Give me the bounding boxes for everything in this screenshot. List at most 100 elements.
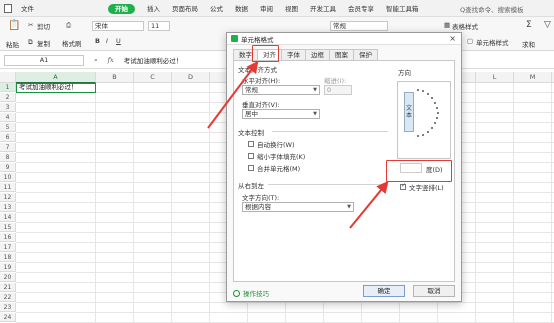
tips-link[interactable]: 操作技巧: [233, 288, 269, 298]
hamburger-icon[interactable]: [4, 3, 12, 13]
row-header[interactable]: 19: [0, 263, 16, 272]
zoom-icon[interactable]: ⌕: [94, 56, 98, 65]
shrink-to-fit-checkbox[interactable]: 缩小字体填充(K): [248, 151, 305, 161]
angle-dial[interactable]: [398, 82, 452, 160]
cell-a1[interactable]: 考试加油顺利必过！: [16, 83, 96, 93]
cell-style-button[interactable]: 单元格样式: [476, 37, 509, 47]
font-size-select[interactable]: 11: [148, 21, 170, 31]
close-icon[interactable]: ×: [449, 34, 456, 43]
row-header[interactable]: 24: [0, 313, 16, 322]
column-header[interactable]: L: [476, 72, 514, 83]
menu-formulas[interactable]: 公式: [204, 3, 229, 13]
row-header[interactable]: 21: [0, 283, 16, 292]
menu-page-layout[interactable]: 页面布局: [166, 3, 204, 13]
row-header[interactable]: 9: [0, 163, 16, 172]
checkbox-box: [248, 153, 254, 159]
menu-smart-toolbox[interactable]: 智能工具箱: [380, 3, 425, 13]
vertical-text-checkbox[interactable]: 文字竖排(L): [400, 182, 444, 192]
merge-cells-checkbox[interactable]: 合并单元格(M): [248, 163, 300, 173]
menu-home[interactable]: 开始: [102, 3, 141, 14]
ok-button[interactable]: 确定: [363, 285, 405, 297]
filter-icon[interactable]: ▽: [544, 20, 551, 30]
menu-developer[interactable]: 开发工具: [304, 3, 342, 13]
font-name-select[interactable]: 宋体: [92, 21, 144, 31]
row-header[interactable]: 5: [0, 123, 16, 132]
italic-icon[interactable]: I: [106, 37, 108, 45]
row-header[interactable]: 16: [0, 233, 16, 242]
row-header[interactable]: 12: [0, 193, 16, 202]
lightbulb-icon: [233, 289, 240, 297]
row-header[interactable]: 18: [0, 253, 16, 262]
table-style-button[interactable]: 表格样式: [452, 21, 478, 31]
format-painter-button[interactable]: 格式刷: [62, 38, 82, 48]
text-direction-label: 文字方向(T):: [242, 194, 280, 202]
row-header[interactable]: 8: [0, 153, 16, 162]
copy-icon[interactable]: ⧉: [28, 38, 33, 47]
name-box[interactable]: A1: [4, 54, 84, 66]
vertical-label: 垂直对齐(V):: [242, 101, 280, 109]
horizontal-select[interactable]: 常规 ▼: [242, 85, 320, 95]
scissors-icon[interactable]: ✂: [28, 21, 33, 29]
menu-file[interactable]: 文件: [15, 3, 40, 13]
vertical-select[interactable]: 居中 ▼: [242, 109, 320, 119]
paste-icon[interactable]: 📋: [8, 20, 20, 31]
paste-button[interactable]: 粘贴: [6, 39, 19, 49]
annotation-box-vertical-text: [386, 160, 452, 182]
gridline: [513, 83, 514, 323]
select-all-corner[interactable]: [0, 72, 16, 83]
cell-style-icon[interactable]: ▢: [467, 37, 473, 45]
menu-review[interactable]: 审阅: [254, 3, 279, 13]
bold-icon[interactable]: B: [95, 37, 100, 45]
row-header[interactable]: 17: [0, 243, 16, 252]
gridline: [475, 83, 476, 323]
tab-pattern[interactable]: 图案: [329, 49, 354, 60]
row-header[interactable]: 15: [0, 223, 16, 232]
row-header[interactable]: 10: [0, 173, 16, 182]
tab-border[interactable]: 边框: [305, 49, 330, 60]
orientation-box[interactable]: 文 本: [397, 81, 451, 159]
menu-data[interactable]: 数据: [229, 3, 254, 13]
row-header[interactable]: 22: [0, 293, 16, 302]
column-header[interactable]: B: [96, 72, 134, 83]
row-header[interactable]: 7: [0, 143, 16, 152]
row-header[interactable]: 23: [0, 303, 16, 312]
dialog-title: 单元格格式: [241, 35, 274, 44]
fx-icon[interactable]: fx: [108, 56, 114, 64]
column-header[interactable]: D: [172, 72, 210, 83]
row-header[interactable]: 11: [0, 183, 16, 192]
text-direction-select[interactable]: 根据内容 ▼: [242, 202, 354, 212]
print-icon[interactable]: ⎙: [66, 21, 71, 30]
tab-protection[interactable]: 保护: [353, 49, 378, 60]
row-header[interactable]: 4: [0, 113, 16, 122]
gridline: [551, 83, 552, 323]
row-header[interactable]: 14: [0, 213, 16, 222]
column-header[interactable]: C: [134, 72, 172, 83]
row-header[interactable]: 1: [0, 83, 16, 92]
row-header[interactable]: 6: [0, 133, 16, 142]
column-header[interactable]: M: [514, 72, 552, 83]
gridline: [16, 312, 554, 313]
row-header[interactable]: 3: [0, 103, 16, 112]
underline-icon[interactable]: U: [116, 37, 121, 45]
sum-icon[interactable]: Σ: [526, 20, 532, 30]
sum-button[interactable]: 求和: [522, 39, 535, 49]
tab-font[interactable]: 字体: [281, 49, 306, 60]
menu-insert[interactable]: 插入: [141, 3, 166, 13]
wrap-text-checkbox[interactable]: 自动换行(W): [248, 139, 295, 149]
command-search[interactable]: Q查找命令、搜索模板: [460, 3, 548, 14]
menu-view[interactable]: 视图: [279, 3, 304, 13]
cancel-button[interactable]: 取消: [413, 285, 455, 297]
cut-button[interactable]: 剪切: [37, 21, 50, 31]
indent-stepper[interactable]: 0: [324, 85, 352, 95]
menu-member[interactable]: 会员专享: [342, 3, 380, 13]
column-header[interactable]: A: [16, 72, 96, 83]
number-format-select[interactable]: 常规: [330, 21, 388, 31]
row-header[interactable]: 2: [0, 93, 16, 102]
row-header[interactable]: 13: [0, 203, 16, 212]
table-style-icon[interactable]: ▦: [444, 21, 450, 29]
copy-button[interactable]: 复制: [37, 38, 50, 48]
row-header[interactable]: 20: [0, 273, 16, 282]
gridline: [133, 83, 134, 323]
formula-input[interactable]: 考试加油顺利必过！: [124, 55, 183, 65]
shrink-to-fit-label: 缩小字体填充(K): [257, 153, 306, 161]
